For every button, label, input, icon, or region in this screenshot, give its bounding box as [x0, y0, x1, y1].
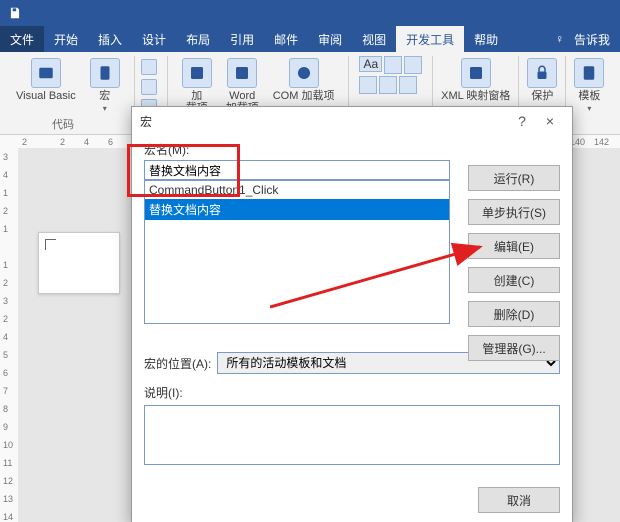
tab-layout[interactable]: 布局 [176, 26, 220, 52]
legacy-control-icon[interactable] [399, 76, 417, 94]
document-page[interactable] [38, 232, 120, 294]
visual-basic-icon [31, 58, 61, 88]
vruler-tick: 6 [3, 368, 8, 378]
ruler-tick: 2 [22, 137, 27, 147]
organizer-button[interactable]: 管理器(G)... [468, 335, 560, 361]
run-button[interactable]: 运行(R) [468, 165, 560, 191]
lock-icon [527, 58, 557, 88]
macros-button[interactable]: 宏 ▾ [86, 56, 124, 114]
chevron-down-icon: ▾ [103, 106, 107, 112]
xml-mapping-label: XML 映射窗格 [441, 90, 510, 102]
ruler-tick: 2 [60, 137, 65, 147]
group-controls: Aa [353, 56, 428, 94]
tell-me-icon[interactable]: ♀ [555, 32, 564, 46]
ruler-tick: 142 [594, 137, 609, 147]
control-icon[interactable] [384, 56, 402, 74]
xml-icon [461, 58, 491, 88]
ribbon-tabs: 文件 开始 插入 设计 布局 引用 邮件 审阅 视图 开发工具 帮助 ♀ 告诉我 [0, 26, 620, 52]
vruler-tick: 4 [3, 170, 8, 180]
tab-home[interactable]: 开始 [44, 26, 88, 52]
macro-name-input[interactable] [144, 160, 450, 180]
step-into-button[interactable]: 单步执行(S) [468, 199, 560, 225]
vruler-tick: 5 [3, 350, 8, 360]
group-label-code: 代码 [52, 116, 74, 132]
tab-design[interactable]: 设计 [132, 26, 176, 52]
com-addins-label: COM 加载项 [273, 90, 335, 102]
chevron-down-icon: ▾ [587, 106, 591, 112]
addins-icon [182, 58, 212, 88]
template-label: 模板 [578, 90, 600, 102]
vruler-tick: 2 [3, 278, 8, 288]
template-icon [574, 58, 604, 88]
tab-insert[interactable]: 插入 [88, 26, 132, 52]
delete-button[interactable]: 删除(D) [468, 301, 560, 327]
dialog-button-column: 运行(R) 单步执行(S) 编辑(E) 创建(C) 删除(D) 管理器(G)..… [468, 165, 560, 361]
group-code: Visual Basic 宏 ▾ [6, 56, 130, 114]
vruler-tick: 7 [3, 386, 8, 396]
record-icon [141, 59, 157, 75]
dialog-close-button[interactable]: × [536, 110, 564, 132]
dialog-title: 宏 [140, 113, 508, 130]
pause-icon [141, 79, 157, 95]
vruler-tick: 1 [3, 224, 8, 234]
create-button[interactable]: 创建(C) [468, 267, 560, 293]
tab-view[interactable]: 视图 [352, 26, 396, 52]
tell-me-label[interactable]: 告诉我 [574, 31, 610, 48]
vruler-tick: 8 [3, 404, 8, 414]
page-margin-corner [45, 239, 56, 250]
tab-mailings[interactable]: 邮件 [264, 26, 308, 52]
tab-review[interactable]: 审阅 [308, 26, 352, 52]
tab-references[interactable]: 引用 [220, 26, 264, 52]
tab-help[interactable]: 帮助 [464, 26, 508, 52]
vruler-tick: 1 [3, 188, 8, 198]
com-addins-button[interactable]: COM 加载项 [269, 56, 339, 106]
vruler-tick: 9 [3, 422, 8, 432]
vruler-tick: 3 [3, 296, 8, 306]
macros-icon [90, 58, 120, 88]
com-addins-icon [289, 58, 319, 88]
template-button[interactable]: 模板 ▾ [570, 56, 608, 114]
record-macro-button[interactable] [139, 58, 159, 76]
title-bar [0, 0, 620, 26]
xml-mapping-button[interactable]: XML 映射窗格 [437, 56, 514, 106]
ruler-tick: 6 [108, 137, 113, 147]
checkbox-control-icon[interactable] [359, 76, 377, 94]
control-icon[interactable] [404, 56, 422, 74]
vertical-ruler: 3 4 1 2 1 1 2 3 2 4 5 6 7 8 9 10 11 12 1… [0, 148, 19, 522]
description-label: 说明(I): [144, 384, 560, 401]
vruler-tick: 4 [3, 332, 8, 342]
dropdown-control-icon[interactable] [379, 76, 397, 94]
vruler-tick: 14 [3, 512, 13, 522]
ruler-tick: 4 [84, 137, 89, 147]
vruler-tick: 10 [3, 440, 13, 450]
macro-listbox[interactable]: CommandButton1_Click 替换文档内容 [144, 180, 450, 324]
vruler-tick: 1 [3, 260, 8, 270]
vruler-tick: 3 [3, 152, 8, 162]
vruler-tick: 11 [3, 458, 12, 468]
dialog-help-button[interactable]: ? [508, 110, 536, 132]
macros-dialog: 宏 ? × 宏名(M): CommandButton1_Click 替换文档内容… [131, 106, 573, 522]
aa-label[interactable]: Aa [359, 56, 382, 72]
pause-recording-button[interactable] [139, 78, 159, 96]
description-box[interactable] [144, 405, 560, 465]
word-addins-icon [227, 58, 257, 88]
cancel-button[interactable]: 取消 [478, 487, 560, 513]
dialog-titlebar: 宏 ? × [132, 107, 572, 135]
vruler-tick: 13 [3, 494, 13, 504]
macros-label: 宏 [99, 90, 110, 102]
vruler-tick: 2 [3, 206, 8, 216]
visual-basic-label: Visual Basic [16, 90, 76, 102]
tab-developer[interactable]: 开发工具 [396, 26, 464, 52]
visual-basic-button[interactable]: Visual Basic [12, 56, 80, 106]
macro-location-label: 宏的位置(A): [144, 355, 211, 372]
vruler-tick: 12 [3, 476, 13, 486]
macro-list-item[interactable]: CommandButton1_Click [145, 181, 449, 199]
macro-name-label: 宏名(M): [144, 141, 560, 158]
save-icon[interactable] [8, 6, 22, 20]
protect-label: 保护 [531, 90, 553, 102]
macro-list-item[interactable]: 替换文档内容 [145, 199, 449, 220]
edit-button[interactable]: 编辑(E) [468, 233, 560, 259]
tab-file[interactable]: 文件 [0, 26, 44, 52]
vruler-tick: 2 [3, 314, 8, 324]
